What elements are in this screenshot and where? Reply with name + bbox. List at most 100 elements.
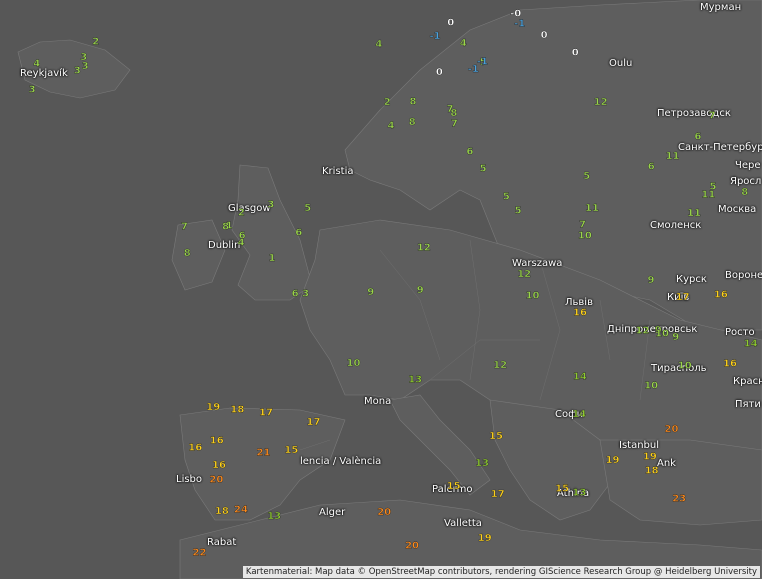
- temperature-value: 24: [234, 504, 248, 515]
- temperature-value: 17: [307, 417, 321, 428]
- temperature-value: 7: [579, 219, 586, 230]
- temperature-value: 11: [666, 151, 680, 162]
- temperature-value: 9: [417, 285, 424, 296]
- temperature-value: 19: [606, 455, 620, 466]
- temperature-value: 15: [555, 483, 569, 494]
- temperature-value: 6: [466, 147, 473, 158]
- temperature-value: 20: [665, 424, 679, 435]
- temperature-layer: 34435-12 433634556423210 -1-1000-0-1156765…: [28, 8, 758, 559]
- temperature-value: 7: [709, 111, 716, 122]
- temperature-value: 10: [655, 328, 669, 339]
- temperature-value: 16: [714, 290, 728, 301]
- temperature-value: 0: [541, 30, 548, 41]
- temperature-value: 11: [687, 208, 701, 219]
- temperature-value: 0: [436, 67, 443, 78]
- temperature-value: 13: [572, 488, 586, 499]
- temperature-value: 10: [578, 231, 592, 242]
- temperature-value: 16: [573, 308, 587, 319]
- temperature-value: 3: [302, 289, 309, 300]
- temperature-value: 16: [188, 443, 202, 454]
- temperature-value: 5: [304, 203, 311, 214]
- temperature-value: 15: [447, 481, 461, 492]
- temperature-value: 10: [526, 291, 540, 302]
- temperature-value: 20: [405, 540, 419, 551]
- temperature-value: 7: [181, 222, 188, 233]
- temperature-value: 6: [295, 228, 302, 239]
- temperature-value: 9: [672, 332, 679, 343]
- temperature-value: 5: [503, 192, 510, 203]
- temperature-value: 17: [259, 408, 273, 419]
- temperature-value: 16: [210, 435, 224, 446]
- temperature-value: 23: [672, 493, 686, 504]
- temperature-value: 14: [744, 339, 758, 350]
- temperature-value: 12: [417, 243, 431, 254]
- temperature-value: 4: [388, 120, 395, 131]
- temperature-value: 3: [82, 61, 89, 72]
- temperature-value: 5: [583, 171, 590, 182]
- temperature-value: 12: [517, 269, 531, 280]
- temperature-value: 13: [408, 374, 422, 385]
- temperature-value: 20: [209, 474, 223, 485]
- temperature-value: 17: [676, 292, 690, 303]
- temperature-value: 12: [594, 97, 608, 108]
- temperature-value: 5: [515, 205, 522, 216]
- temperature-value: 12: [636, 325, 650, 336]
- temperature-value: -1: [430, 31, 441, 42]
- temperature-value: 0: [572, 48, 579, 59]
- temperature-value: 8: [222, 221, 229, 232]
- temperature-value: 19: [478, 533, 492, 544]
- temperature-value: 6: [292, 289, 299, 300]
- temperature-value: 16: [723, 359, 737, 370]
- temperature-value: 9: [648, 275, 655, 286]
- temperature-value: 5: [480, 163, 487, 174]
- temperature-value: 8: [409, 117, 416, 128]
- temperature-value: 8: [741, 187, 748, 198]
- temperature-value: 14: [572, 409, 586, 420]
- temperature-value: 13: [267, 511, 281, 522]
- temperature-value: 10: [644, 381, 658, 392]
- temperature-value: 6: [694, 131, 701, 142]
- temperature-value: 18: [645, 466, 659, 477]
- temperature-value: 4: [460, 38, 467, 49]
- temperature-value: 3: [29, 85, 36, 96]
- temperature-value: 2: [238, 208, 245, 219]
- temperature-value: 8: [410, 96, 417, 107]
- temperature-value: 18: [215, 506, 229, 517]
- temperature-value: 22: [193, 547, 207, 558]
- temperature-value: 6: [648, 161, 655, 172]
- temperature-value: 15: [489, 431, 503, 442]
- temperature-value: 10: [678, 361, 692, 372]
- temperature-value: 18: [230, 404, 244, 415]
- temperature-value: 9: [367, 287, 374, 298]
- weather-map[interactable]: Reykjavík Kristia Glasgow Dublin Петрозаводс…: [0, 0, 762, 579]
- temperature-value: 19: [206, 402, 220, 413]
- temperature-value: 1: [269, 253, 276, 264]
- temperature-value: 8: [450, 108, 457, 119]
- temperature-value: 8: [184, 248, 191, 259]
- temperature-value: 16: [212, 460, 226, 471]
- temperature-value: 11: [701, 190, 715, 201]
- temperature-value: 15: [284, 445, 298, 456]
- temperature-value: 10: [347, 358, 361, 369]
- temperature-value: 21: [257, 448, 271, 459]
- temperature-value: -1: [468, 64, 479, 75]
- temperature-value: 4: [375, 39, 382, 50]
- temperature-value: 3: [80, 52, 87, 63]
- temperature-value: 19: [643, 452, 657, 463]
- temperature-value: 4: [33, 59, 40, 70]
- temperature-value: -1: [514, 19, 525, 30]
- temperature-value: 14: [573, 372, 587, 383]
- map-attribution[interactable]: Kartenmaterial: Map data © OpenStreetMap…: [242, 566, 760, 578]
- temperature-value: 2: [384, 97, 391, 108]
- temperature-value: -0: [510, 8, 521, 19]
- temperature-value: 7: [451, 118, 458, 129]
- temperature-value: 2: [92, 37, 99, 48]
- temperature-value: 6: [239, 230, 246, 241]
- temperature-value: 3: [74, 66, 81, 77]
- temperature-value: 3: [267, 199, 274, 210]
- temperature-value: 0: [447, 18, 454, 29]
- temperature-value: 20: [377, 507, 391, 518]
- temperature-value: 11: [585, 203, 599, 214]
- temperature-value: 12: [493, 360, 507, 371]
- temperature-value: 17: [491, 489, 505, 500]
